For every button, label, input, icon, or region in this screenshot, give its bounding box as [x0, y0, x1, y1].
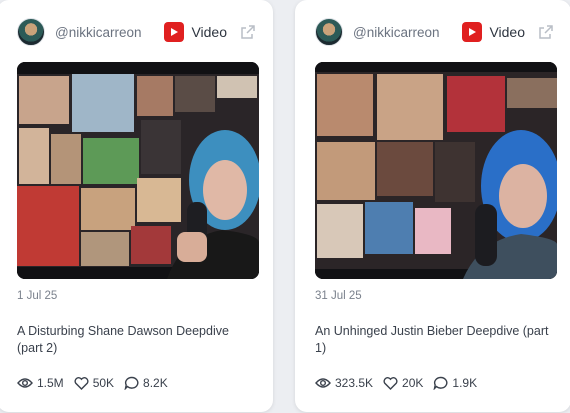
content-card[interactable]: @nikkicarreon Video [0, 0, 273, 412]
publish-date: 1 Jul 25 [17, 290, 58, 302]
engagement-stats: 323.5K 20K 1.9K [315, 376, 487, 390]
comments-stat: 8.2K [124, 376, 168, 390]
views-count: 1.5M [37, 376, 64, 390]
card-header: @nikkicarreon Video [315, 16, 555, 48]
likes-count: 50K [92, 376, 115, 390]
publish-date: 31 Jul 25 [315, 290, 362, 302]
eye-icon [315, 378, 331, 388]
avatar[interactable] [315, 18, 343, 46]
video-title[interactable]: An Unhinged Justin Bieber Deepdive (part… [315, 323, 551, 357]
heart-icon [74, 376, 89, 390]
comment-icon [433, 376, 448, 390]
card-header: @nikkicarreon Video [17, 16, 257, 48]
comments-stat: 1.9K [433, 376, 477, 390]
author-handle[interactable]: @nikkicarreon [55, 25, 141, 40]
comment-icon [124, 376, 139, 390]
likes-count: 20K [402, 376, 424, 390]
likes-stat: 20K [383, 376, 423, 390]
views-stat: 1.5M [17, 376, 64, 390]
avatar[interactable] [17, 18, 45, 46]
video-thumbnail[interactable] [315, 62, 557, 279]
views-count: 323.5K [335, 376, 374, 390]
views-stat: 323.5K [315, 376, 373, 390]
content-card[interactable]: @nikkicarreon Video [295, 0, 570, 412]
youtube-icon [462, 22, 483, 42]
youtube-icon [164, 22, 185, 42]
video-title[interactable]: A Disturbing Shane Dawson Deepdive (part… [17, 323, 253, 357]
video-thumbnail[interactable] [17, 62, 259, 279]
engagement-stats: 1.5M 50K 8.2K [17, 376, 178, 390]
eye-icon [17, 378, 33, 388]
heart-icon [383, 376, 398, 390]
content-type-label: Video [489, 24, 525, 40]
external-link-icon[interactable] [537, 23, 555, 41]
content-type-label: Video [191, 24, 227, 40]
comments-count: 8.2K [143, 376, 168, 390]
author-handle[interactable]: @nikkicarreon [353, 25, 439, 40]
likes-stat: 50K [74, 376, 114, 390]
external-link-icon[interactable] [239, 23, 257, 41]
comments-count: 1.9K [452, 376, 478, 390]
